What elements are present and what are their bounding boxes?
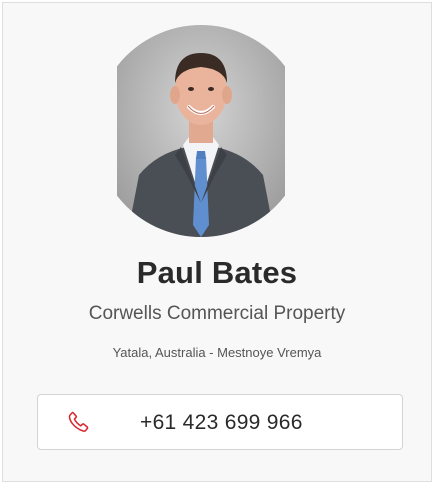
call-button[interactable]: +61 423 699 966 [37,394,403,450]
profile-photo [117,25,285,237]
phone-number: +61 423 699 966 [140,411,303,434]
location-text: Yatala, Australia - Mestnoye Vremya [112,345,322,360]
agent-card: Paul Bates Corwells Commercial Property … [2,2,432,482]
phone-icon [66,409,92,435]
agent-name: Paul Bates [136,255,298,290]
company-name: Corwells Commercial Property [88,303,346,324]
avatar [117,25,285,237]
